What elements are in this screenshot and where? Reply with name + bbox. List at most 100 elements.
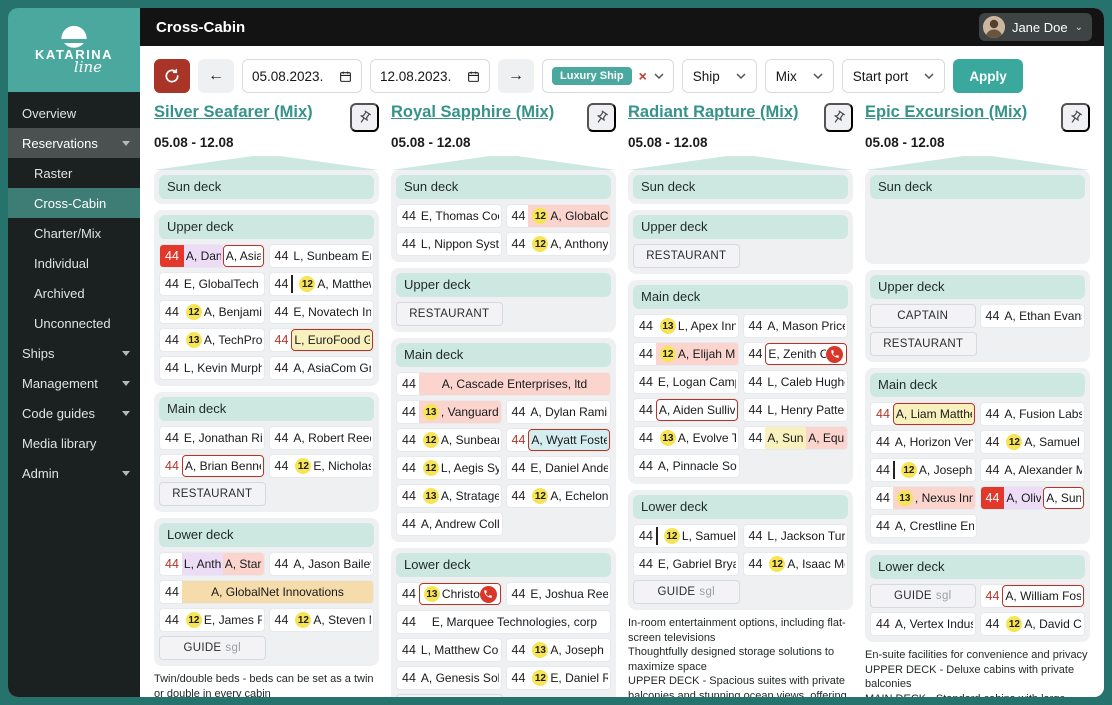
cabin-cell[interactable]: 44 A, Aiden Sulliva	[633, 398, 739, 422]
cabin-cell[interactable]: 44 A, Ethan Evans	[979, 304, 1085, 328]
cabin-cell[interactable]: 44 L, Nippon Syste	[396, 232, 502, 256]
cabin-cell[interactable]: 4413Christoph	[396, 582, 502, 606]
prev-week-button[interactable]: ←	[198, 59, 234, 93]
cabin-cell[interactable]: 44 A, Fusion Labs	[979, 402, 1085, 426]
cabin-cell[interactable]: 4412A, David Coo	[979, 612, 1085, 636]
cabin-cell[interactable]: 4413A, TechPro S	[159, 328, 265, 352]
ship-name-link[interactable]: Epic Excursion (Mix)	[865, 103, 1027, 122]
cabin-cell[interactable]: 4412A, Anthony B	[505, 232, 611, 256]
cabin-cell[interactable]: 44 A, Wyatt Foster	[505, 428, 611, 452]
ship-name-link[interactable]: Silver Seafarer (Mix)	[154, 103, 313, 122]
cabin-cell[interactable]: 44 A, Pinnacle Solu	[633, 454, 740, 478]
guide-button[interactable]: GUIDEsgl	[633, 580, 740, 604]
sidebar-item-raster[interactable]: Raster	[8, 158, 140, 188]
cabin-cell[interactable]: 44 A, Robert Reed	[268, 426, 374, 450]
cabin-cell[interactable]: 44A, Danie A, Asial	[159, 244, 265, 268]
cabin-cell[interactable]: 44 L, Sunbeam Ente	[268, 244, 374, 268]
cabin-cell[interactable]: 44 A, Brian Bennet	[159, 454, 265, 478]
cabin-cell[interactable]: 44 A, Sunb A, Equir	[742, 426, 848, 450]
cabin-cell[interactable]: 44 E, GlobalTech C	[159, 272, 265, 296]
restaurant-button[interactable]: RESTAURANT	[870, 332, 977, 356]
cabin-cell[interactable]: 44 E, Logan Campb	[633, 370, 739, 394]
cabin-cell[interactable]: 4412E, James Rus	[159, 608, 265, 632]
cabin-cell[interactable]: 44 E, Zenith Co	[742, 342, 848, 366]
sidebar-item-reservations[interactable]: Reservations	[8, 128, 140, 158]
captain-button[interactable]: CAPTAIN	[870, 304, 976, 328]
cabin-cell[interactable]: 44 A, Alexander Ma	[979, 458, 1085, 482]
guide-button[interactable]: GUIDEsgl	[396, 694, 503, 697]
cabin-cell[interactable]: 4413, Nexus Innov	[870, 486, 976, 510]
ship-name-link[interactable]: Royal Sapphire (Mix)	[391, 103, 554, 122]
sidebar-item-overview[interactable]: Overview	[8, 98, 140, 128]
sidebar-item-cross-cabin[interactable]: Cross-Cabin	[8, 188, 140, 218]
cabin-cell[interactable]: 44 A, Cascade Enterprises, ltd	[396, 372, 611, 396]
chip-remove-icon[interactable]: ×	[639, 68, 647, 84]
pin-button[interactable]	[824, 103, 853, 132]
restaurant-button[interactable]: RESTAURANT	[396, 302, 503, 326]
restaurant-button[interactable]: RESTAURANT	[633, 244, 740, 268]
ship-select[interactable]: Ship	[681, 59, 757, 93]
pin-button[interactable]	[1061, 103, 1090, 132]
sidebar-item-code-guides[interactable]: Code guides	[8, 398, 140, 428]
cabin-cell[interactable]: 44 A, Liam Matthe	[870, 402, 976, 426]
cabin-cell[interactable]: 4412E, Nicholas G	[268, 454, 374, 478]
sidebar-item-management[interactable]: Management	[8, 368, 140, 398]
cabin-cell[interactable]: 44 12L, Samuel We	[633, 524, 739, 548]
cabin-cell[interactable]: 44 A, William Foste	[979, 584, 1085, 608]
cabin-cell[interactable]: 44 E, Marquee Technologies, corp	[396, 610, 611, 634]
cabin-cell[interactable]: 4413A, Stratagem	[396, 484, 502, 508]
cabin-cell[interactable]: 44 A, Vertex Indust	[870, 612, 976, 636]
cabin-cell[interactable]: 4413, Vanguard So	[396, 400, 502, 424]
cabin-cell[interactable]: 44 12A, Matthew V	[268, 272, 374, 296]
pin-button[interactable]	[350, 103, 379, 132]
sidebar-item-archived[interactable]: Archived	[8, 278, 140, 308]
date-from-input[interactable]: 05.08.2023.	[242, 59, 362, 93]
cabin-cell[interactable]: 4412A, GlobalCom	[505, 204, 611, 228]
cabin-cell[interactable]: 44 E, Joshua Reed	[505, 582, 611, 606]
cabin-cell[interactable]: 44 A, Crestline Ente	[870, 514, 977, 538]
cabin-cell[interactable]: 44 12A, Joseph Tu	[870, 458, 976, 482]
sidebar-item-individual[interactable]: Individual	[8, 248, 140, 278]
cabin-cell[interactable]: 44A, Olive A, Sunb	[979, 486, 1085, 510]
cabin-cell[interactable]: 4412A, Isaac Morg	[742, 552, 848, 576]
sidebar-item-charter-mix[interactable]: Charter/Mix	[8, 218, 140, 248]
refresh-button[interactable]	[154, 59, 190, 93]
cabin-cell[interactable]: 44 A, Jason Bailey	[268, 552, 374, 576]
cabin-cell[interactable]: 4412L, Aegis Syst	[396, 456, 502, 480]
next-week-button[interactable]: →	[498, 59, 534, 93]
cabin-cell[interactable]: 44 E, Daniel Anders	[505, 456, 611, 480]
restaurant-button[interactable]: RESTAURANT	[159, 482, 266, 506]
sidebar-item-admin[interactable]: Admin	[8, 458, 140, 488]
sidebar-item-media-library[interactable]: Media library	[8, 428, 140, 458]
cabin-cell[interactable]: 44 L, AnthoA, Starl	[159, 552, 265, 576]
cabin-cell[interactable]: 44 E, Thomas Coop	[396, 204, 502, 228]
mix-select[interactable]: Mix	[764, 59, 834, 93]
cabin-cell[interactable]: 44 E, Jonathan Rive	[159, 426, 265, 450]
cabin-cell[interactable]: 4413A, Evolve Tec	[633, 426, 739, 450]
cabin-cell[interactable]: 44 L, Caleb Hughes	[742, 370, 848, 394]
cabin-cell[interactable]: 44 L, Henry Patters	[742, 398, 848, 422]
cabin-cell[interactable]: 4413L, Apex Innov	[633, 314, 739, 338]
cabin-cell[interactable]: 4412E, Daniel Ree	[505, 666, 611, 690]
cabin-cell[interactable]: 44 L, Matthew Cole	[396, 638, 502, 662]
user-menu[interactable]: Jane Doe ⌄	[978, 13, 1092, 41]
cabin-cell[interactable]: 4413A, Joseph Ha	[505, 638, 611, 662]
cabin-cell[interactable]: 44 12 A, Elijah Mit	[633, 342, 739, 366]
cabin-cell[interactable]: 44 E, Novatech Inc	[268, 300, 374, 324]
sidebar-item-unconnected[interactable]: Unconnected	[8, 308, 140, 338]
cabin-cell[interactable]: 44 A, Genesis Solut	[396, 666, 502, 690]
cabin-cell[interactable]: 44 A, Horizon Venti	[870, 430, 976, 454]
apply-button[interactable]: Apply	[953, 59, 1023, 93]
cabin-cell[interactable]: 44 A, AsiaCom Gro	[268, 356, 374, 380]
cabin-cell[interactable]: 44 A, Andrew Collir	[396, 512, 503, 536]
cabin-cell[interactable]: 44 A, Dylan Ramire	[505, 400, 611, 424]
sidebar-item-ships[interactable]: Ships	[8, 338, 140, 368]
cabin-cell[interactable]: 44 L, Jackson Turn	[742, 524, 848, 548]
guide-button[interactable]: GUIDEsgl	[159, 636, 266, 660]
cabin-cell[interactable]: 44 L, Kevin Murphy	[159, 356, 265, 380]
guide-button[interactable]: GUIDEsgl	[870, 584, 976, 608]
cabin-cell[interactable]: 44 L, EuroFood Gn	[268, 328, 374, 352]
ship-type-multiselect[interactable]: Luxury Ship ×	[542, 59, 674, 93]
date-to-input[interactable]: 12.08.2023.	[370, 59, 490, 93]
cabin-cell[interactable]: 44 A, Mason Price	[742, 314, 848, 338]
